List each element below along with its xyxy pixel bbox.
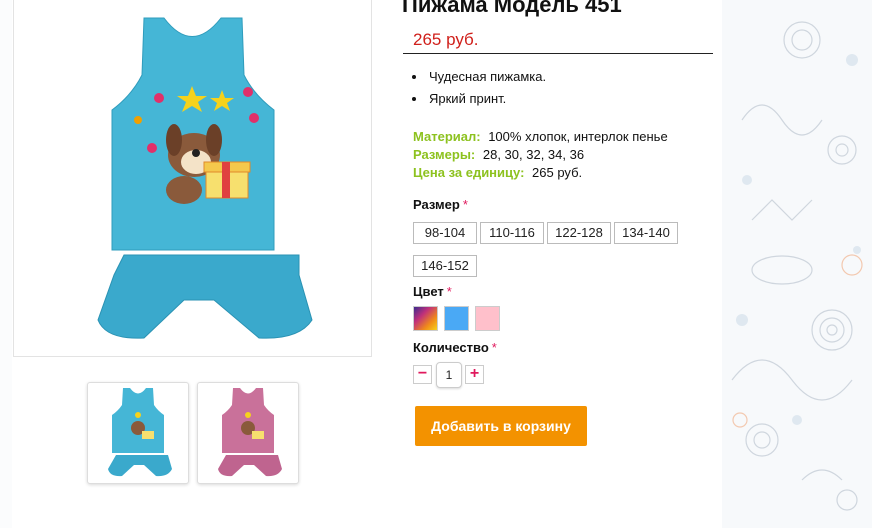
required-mark: * bbox=[462, 197, 468, 212]
quantity-label: Количество * bbox=[413, 340, 497, 355]
size-option-146-152[interactable]: 146-152 bbox=[413, 255, 477, 277]
quantity-input[interactable]: 1 bbox=[436, 362, 462, 388]
color-label: Цвет * bbox=[413, 284, 452, 299]
spec-sizes: Размеры: 28, 30, 32, 34, 36 bbox=[413, 146, 668, 164]
left-background bbox=[0, 0, 12, 528]
spec-material: Материал: 100% хлопок, интерлок пенье bbox=[413, 128, 668, 146]
spec-value: 100% хлопок, интерлок пенье bbox=[488, 129, 668, 144]
color-swatch-blue[interactable] bbox=[444, 306, 469, 331]
price-divider bbox=[403, 53, 713, 54]
color-label-text: Цвет bbox=[413, 284, 444, 299]
feature-item: Чудесная пижамка. bbox=[427, 66, 546, 88]
quantity-label-text: Количество bbox=[413, 340, 489, 355]
size-option-122-128[interactable]: 122-128 bbox=[547, 222, 611, 244]
spec-label: Материал: bbox=[413, 129, 481, 144]
thumbnail-blue[interactable] bbox=[87, 382, 189, 484]
quantity-decrease-button[interactable]: − bbox=[413, 365, 432, 384]
thumbnail-pink[interactable] bbox=[197, 382, 299, 484]
decorative-background bbox=[722, 0, 872, 528]
color-swatch-pink[interactable] bbox=[475, 306, 500, 331]
size-label: Размер * bbox=[413, 197, 468, 212]
main-product-image[interactable] bbox=[13, 0, 372, 357]
feature-item: Яркий принт. bbox=[427, 88, 546, 110]
spec-value: 28, 30, 32, 34, 36 bbox=[482, 147, 585, 162]
product-specs: Материал: 100% хлопок, интерлок пенье Ра… bbox=[413, 128, 668, 182]
spec-label: Размеры: bbox=[413, 147, 476, 162]
add-to-cart-button[interactable]: Добавить в корзину bbox=[415, 406, 587, 446]
required-mark: * bbox=[491, 340, 497, 355]
spec-value: 265 руб. bbox=[532, 165, 583, 180]
product-title: Пижама Модель 451 bbox=[402, 0, 622, 17]
size-option-110-116[interactable]: 110-116 bbox=[480, 222, 544, 244]
size-option-98-104[interactable]: 98-104 bbox=[413, 222, 477, 244]
feature-list: Чудесная пижамка. Яркий принт. bbox=[413, 66, 546, 110]
spec-label: Цена за единицу: bbox=[413, 165, 525, 180]
quantity-increase-button[interactable]: + bbox=[465, 365, 484, 384]
spec-unit-price: Цена за единицу: 265 руб. bbox=[413, 164, 668, 182]
size-option-134-140[interactable]: 134-140 bbox=[614, 222, 678, 244]
color-swatch-multicolor[interactable] bbox=[413, 306, 438, 331]
product-price: 265 руб. bbox=[413, 30, 479, 49]
size-label-text: Размер bbox=[413, 197, 460, 212]
required-mark: * bbox=[446, 284, 452, 299]
